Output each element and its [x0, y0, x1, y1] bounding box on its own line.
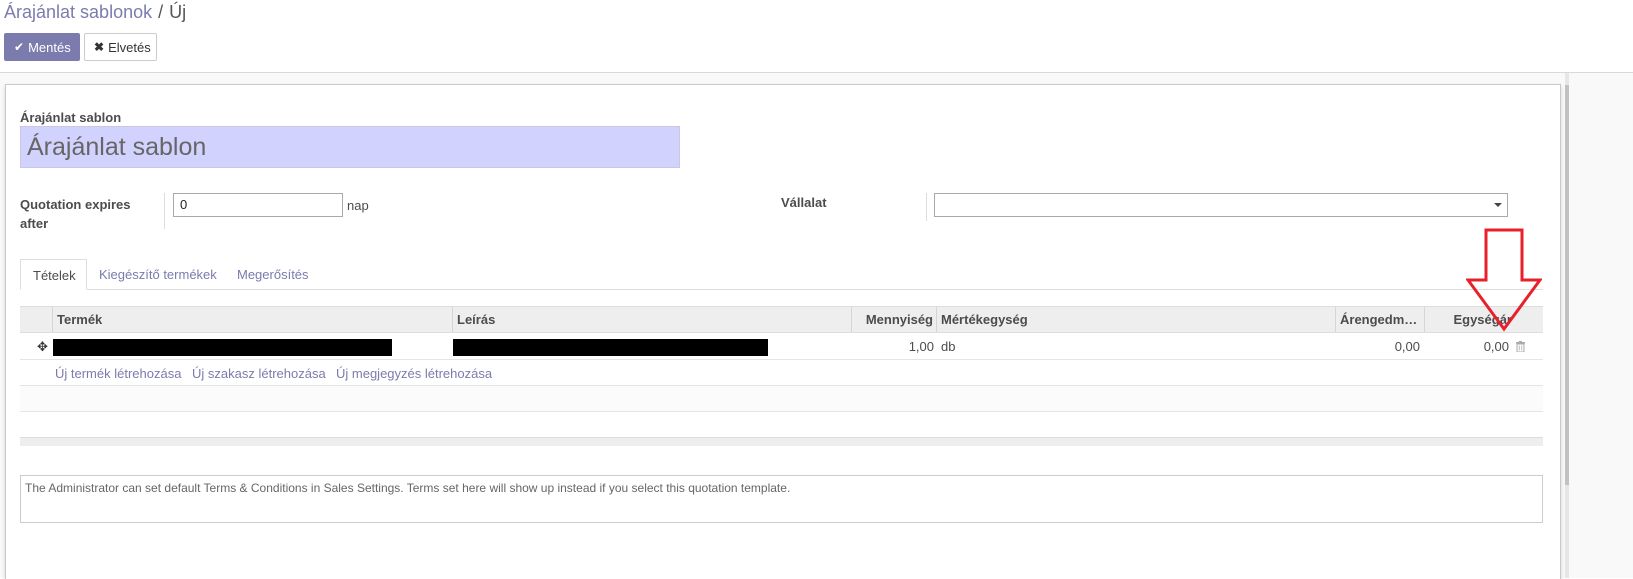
breadcrumb-separator: / — [158, 2, 164, 22]
breadcrumb: Árajánlat sablonok / Új — [4, 1, 186, 23]
lines-table-header: Termék Leírás Mennyiség Mértékegység Áre… — [20, 306, 1543, 333]
save-button-label: Mentés — [28, 39, 71, 55]
check-icon: ✔ — [14, 40, 25, 54]
discount-cell[interactable]: 0,00 — [1336, 334, 1420, 359]
breadcrumb-parent-link[interactable]: Árajánlat sablonok — [4, 2, 152, 22]
trash-icon[interactable] — [1516, 341, 1525, 352]
table-row-add — [20, 360, 1543, 386]
column-header-uom[interactable]: Mértékegység — [936, 307, 1336, 332]
drag-handle-icon[interactable]: ✥ — [37, 340, 48, 353]
company-label: Vállalat — [781, 195, 827, 210]
empty-table-row — [20, 412, 1543, 438]
x-icon: ✖ — [94, 40, 105, 54]
lines-table-footer — [20, 437, 1543, 446]
field-divider — [164, 193, 165, 229]
template-name-input[interactable]: Árajánlat sablon — [20, 126, 680, 168]
discard-button-label: Elvetés — [108, 39, 151, 55]
column-header-product[interactable]: Termék — [52, 307, 452, 332]
terms-conditions-textarea[interactable]: The Administrator can set default Terms … — [20, 475, 1543, 523]
scrollbar-thumb[interactable] — [1565, 85, 1569, 485]
tab-confirmation[interactable]: Megerősítés — [225, 259, 321, 290]
expires-label: Quotation expires after — [20, 197, 131, 231]
expires-unit: nap — [347, 198, 369, 213]
table-row[interactable]: ✥ 1,00 db 0,00 0,00 — [20, 334, 1543, 360]
discard-button[interactable]: ✖ Elvetés — [84, 33, 157, 61]
tab-lines[interactable]: Tételek — [20, 259, 87, 290]
empty-table-row — [20, 386, 1543, 412]
field-divider — [926, 193, 927, 221]
breadcrumb-current: Új — [169, 2, 187, 22]
redacted-product[interactable] — [53, 339, 392, 356]
unit-price-cell[interactable]: 0,00 — [1425, 334, 1509, 359]
column-header-description[interactable]: Leírás — [452, 307, 852, 332]
company-select[interactable] — [934, 193, 1508, 217]
column-header-discount[interactable]: Árengedm… — [1335, 307, 1424, 332]
save-button[interactable]: ✔ Mentés — [4, 33, 80, 61]
name-label: Árajánlat sablon — [20, 110, 122, 125]
annotation-arrow-icon — [1466, 228, 1542, 332]
column-header-quantity[interactable]: Mennyiség — [851, 307, 937, 332]
caret-down-icon[interactable] — [1494, 203, 1502, 207]
redacted-description[interactable] — [453, 339, 768, 356]
tab-optional-products[interactable]: Kiegészítő termékek — [87, 259, 229, 290]
control-panel: Árajánlat sablonok / Új ✔ Mentés ✖ Elvetés — [0, 0, 1633, 73]
quantity-cell[interactable]: 1,00 — [852, 334, 934, 359]
expires-days-input[interactable]: 0 — [173, 193, 343, 217]
uom-cell[interactable]: db — [941, 334, 955, 359]
page-scrollbar[interactable] — [1565, 73, 1569, 578]
